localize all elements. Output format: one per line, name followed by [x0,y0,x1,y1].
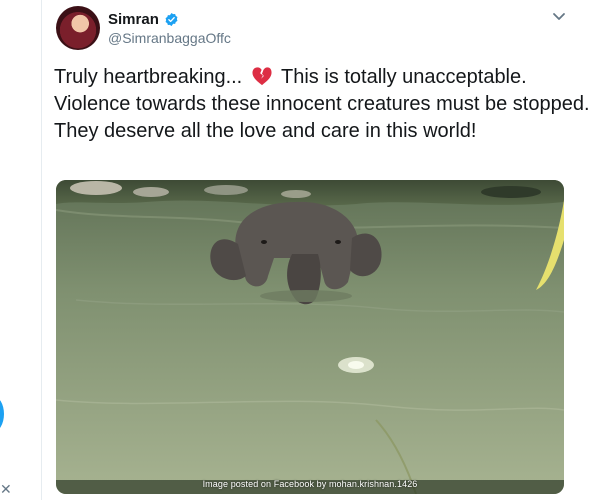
tweet-text: Truly heartbreaking... This is totally u… [54,64,594,145]
author-handle[interactable]: @SimranbaggaOffc [108,30,231,46]
elephant-in-river-photo [56,180,564,494]
compose-tweet-button-edge[interactable] [0,396,4,432]
tweet-text-part-1: Truly heartbreaking... [54,66,243,88]
author-name[interactable]: Simran [108,11,159,28]
avatar[interactable] [56,6,100,50]
tweet-media-photo[interactable]: Image posted on Facebook by mohan.krishn… [56,180,564,494]
media-caption: Image posted on Facebook by mohan.krishn… [202,479,418,489]
close-icon[interactable]: ✕ [0,482,12,496]
author-row: Simran [108,10,179,28]
tweet-card[interactable]: Simran @SimranbaggaOffc Truly heartbreak… [42,0,600,500]
verified-badge-icon [165,12,178,26]
chevron-down-icon[interactable] [550,10,568,24]
broken-heart-icon [252,67,272,86]
